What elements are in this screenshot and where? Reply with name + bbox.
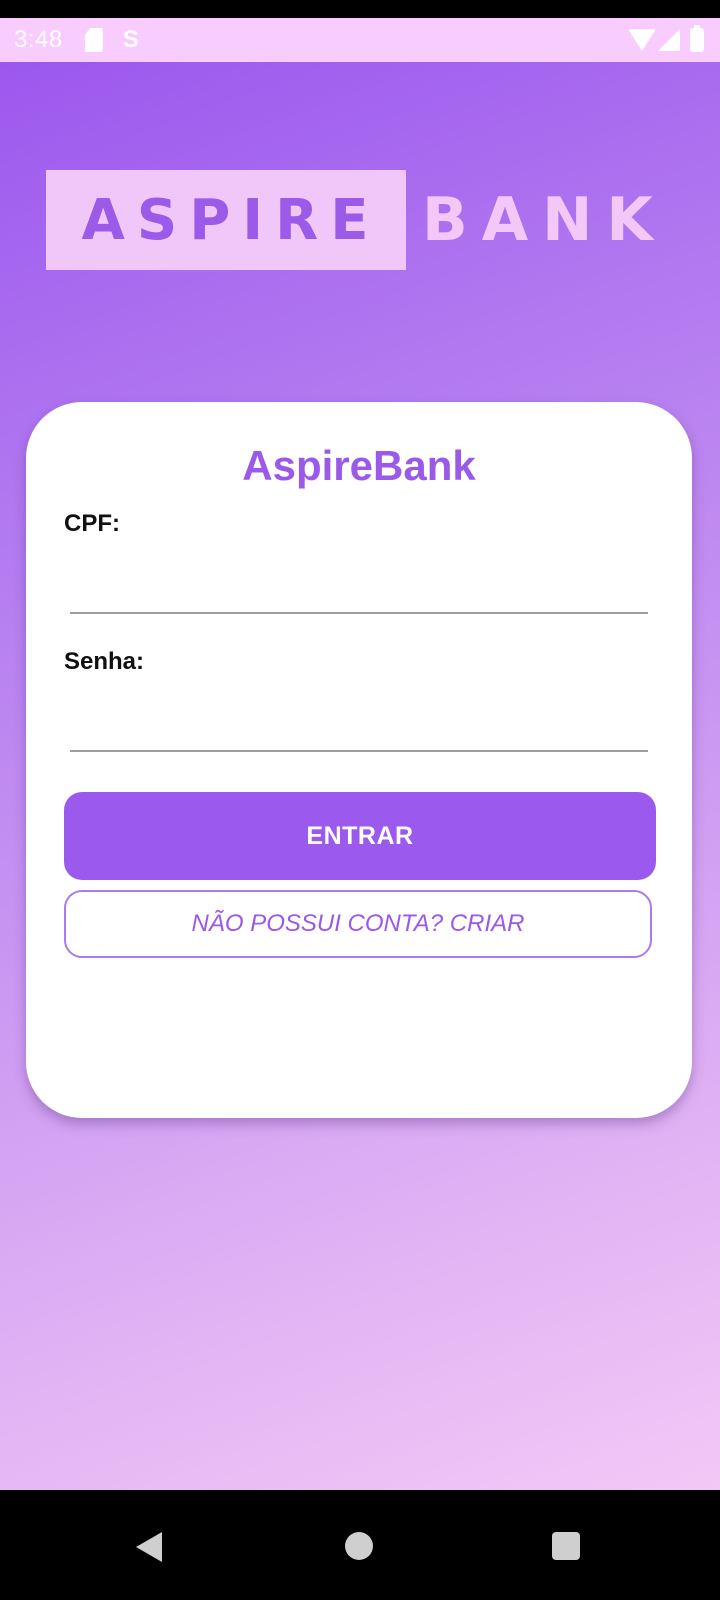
senha-label: Senha: bbox=[64, 648, 145, 675]
signal-icon bbox=[658, 29, 680, 51]
home-icon[interactable] bbox=[345, 1532, 373, 1560]
back-icon[interactable] bbox=[136, 1532, 162, 1562]
navigation-bar bbox=[0, 1490, 720, 1600]
status-time: 3:48 bbox=[14, 26, 63, 53]
cpf-label: CPF: bbox=[64, 510, 120, 537]
s-notification-icon: S bbox=[122, 26, 139, 53]
recents-icon[interactable] bbox=[552, 1532, 580, 1560]
card-title: AspireBank bbox=[242, 442, 476, 489]
logo-word-bank: BANK bbox=[422, 185, 667, 255]
login-screen: ASPIRE BANK AspireBank CPF: Senha: ENTRA… bbox=[0, 62, 720, 1490]
aspire-bank-logo: ASPIRE BANK bbox=[46, 170, 667, 270]
cpf-input[interactable] bbox=[70, 556, 648, 614]
logo-word-aspire: ASPIRE bbox=[81, 187, 381, 253]
status-bar: 3:48 S bbox=[0, 0, 720, 62]
wifi-icon bbox=[628, 29, 656, 51]
create-account-button[interactable]: NÃO POSSUI CONTA? CRIAR bbox=[64, 890, 652, 958]
enter-button[interactable]: ENTRAR bbox=[64, 792, 656, 880]
sim-card-icon bbox=[84, 28, 103, 52]
battery-icon bbox=[690, 25, 704, 52]
logo-box: ASPIRE bbox=[46, 170, 406, 270]
senha-input[interactable] bbox=[70, 694, 648, 752]
login-card: AspireBank CPF: Senha: ENTRAR NÃO POSSUI… bbox=[26, 402, 692, 1118]
